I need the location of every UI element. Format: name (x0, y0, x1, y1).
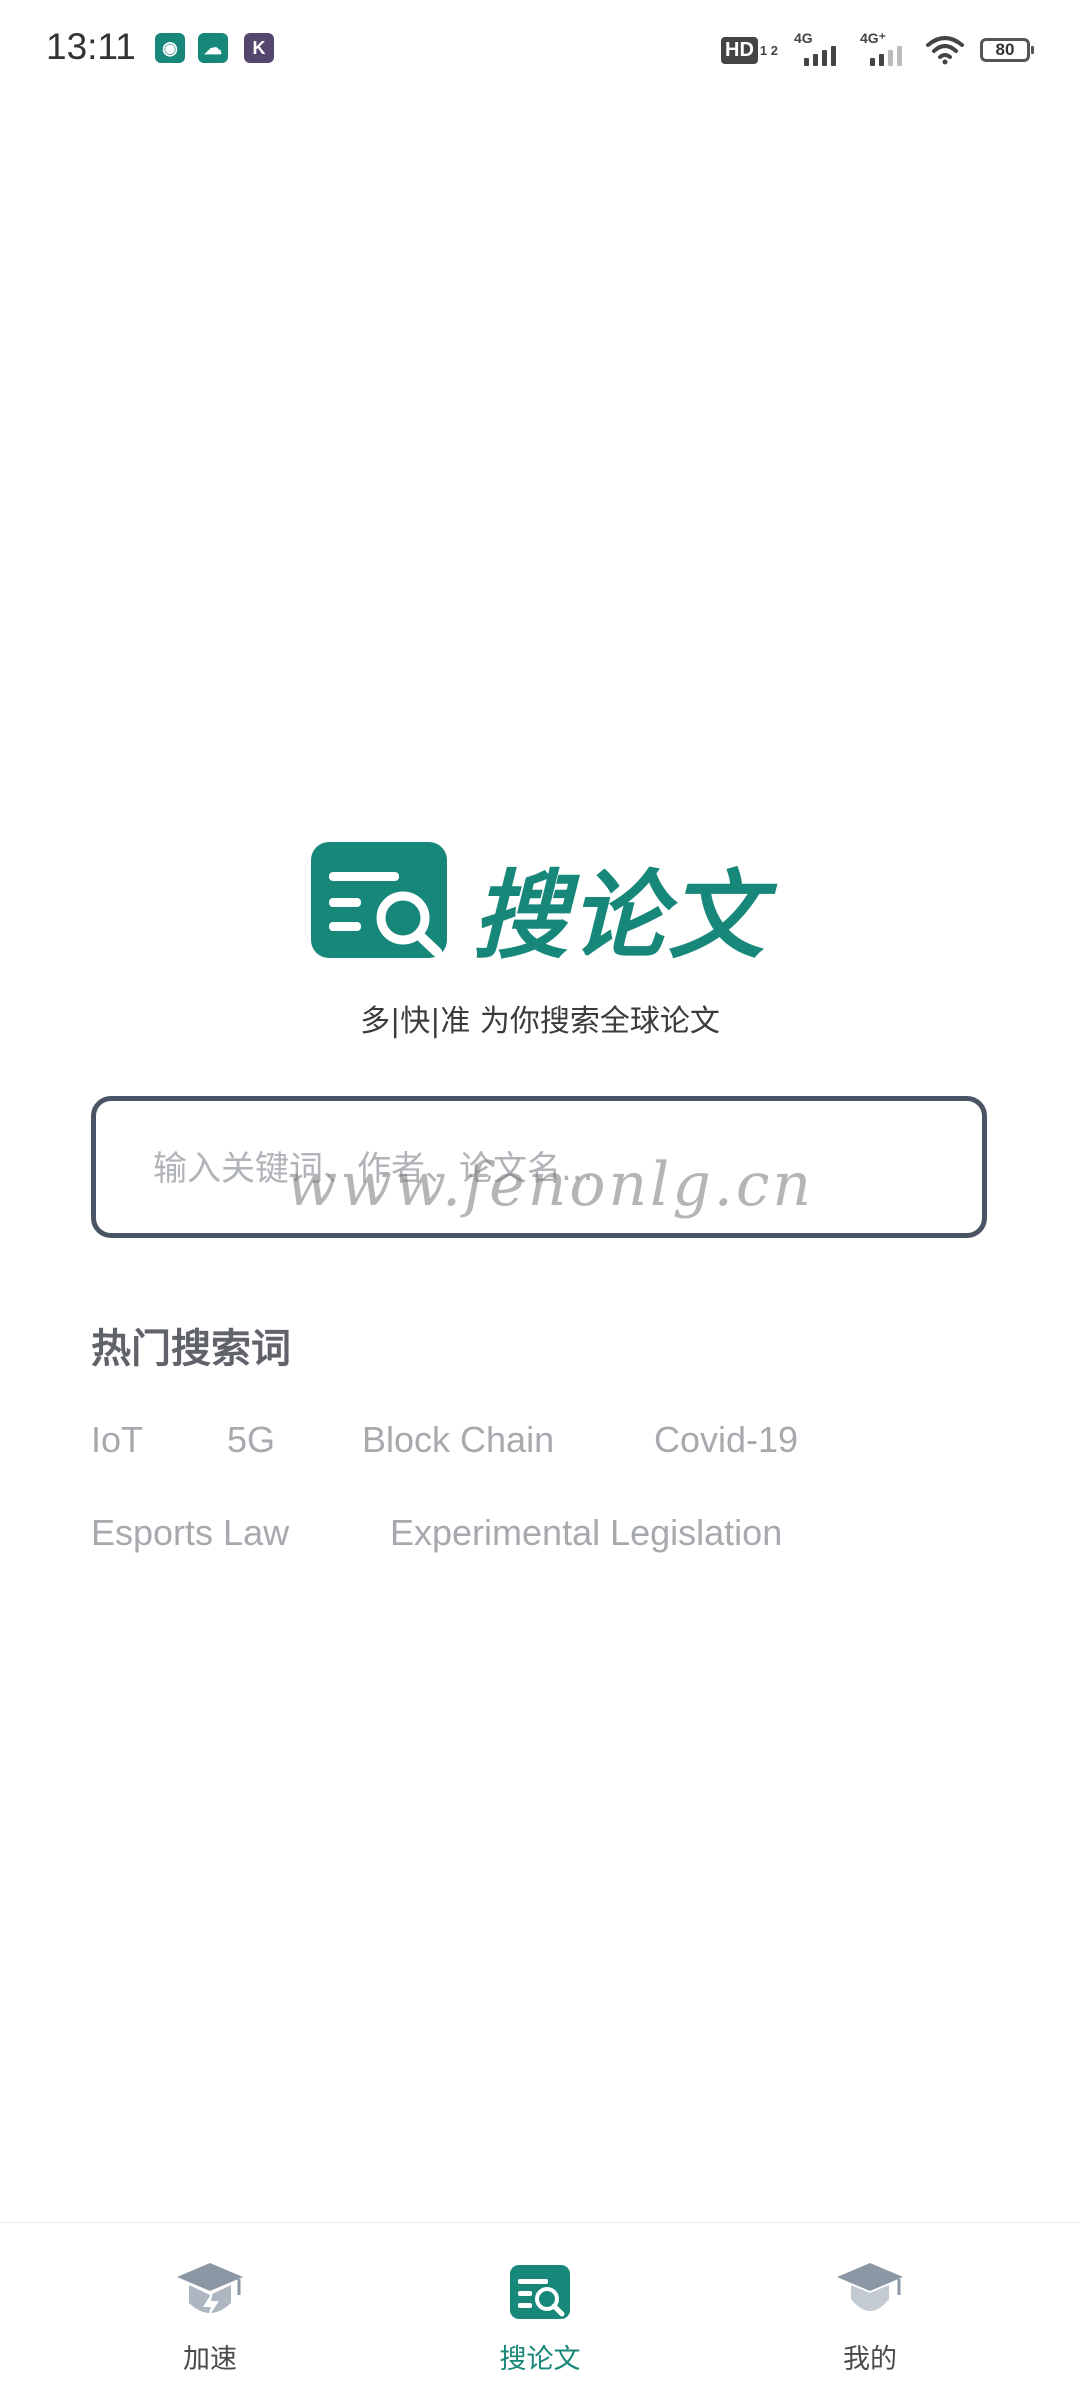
hot-tag-experimental-legislation[interactable]: Experimental Legislation (390, 1512, 782, 1554)
nav-label-mine: 我的 (843, 2344, 897, 2375)
signal-4g-plus-icon: 4G⁺ (860, 30, 910, 70)
graduation-cap-speed-icon (177, 2263, 243, 2319)
tagline: 多|快|准 为你搜索全球论文 (360, 1004, 720, 1039)
nav-label-speedup: 加速 (183, 2344, 237, 2375)
hot-tag-esports-law[interactable]: Esports Law (91, 1512, 289, 1554)
hot-tag-covid-19[interactable]: Covid-19 (654, 1419, 798, 1461)
bear-app-icon: ◉ (155, 33, 185, 63)
wifi-icon (926, 36, 964, 65)
hot-tag-iot[interactable]: IoT (91, 1419, 143, 1461)
signal-4g-icon: 4G (794, 30, 844, 70)
app-logo-icon (311, 842, 447, 958)
paper-search-icon (510, 2265, 570, 2319)
graduate-avatar-icon (837, 2263, 903, 2311)
status-bar: 13:11 ◉ ☁ K HD 1 2 4G 4G⁺ 80 (0, 0, 1080, 100)
cloud-app-icon: ☁ (198, 33, 228, 63)
k-app-icon: K (244, 33, 274, 63)
hd-icon: HD 1 2 (721, 36, 778, 64)
nav-item-search-paper[interactable]: 搜论文 (420, 2223, 660, 2401)
system-icons: HD 1 2 4G 4G⁺ 80 (721, 30, 1034, 70)
search-input[interactable] (151, 1143, 915, 1195)
nav-item-speedup[interactable]: 加速 (90, 2223, 330, 2401)
nav-label-search-paper: 搜论文 (499, 2344, 581, 2375)
hot-tag-block-chain[interactable]: Block Chain (362, 1419, 554, 1461)
battery-icon: 80 (980, 38, 1034, 62)
search-box[interactable] (91, 1096, 987, 1238)
brand-name: 搜论文 (472, 860, 766, 972)
bottom-nav: 加速 搜论文 我的 (0, 2222, 1080, 2401)
hot-search-title: 热门搜索词 (91, 1326, 291, 1372)
status-time: 13:11 (46, 26, 136, 67)
hot-tag-5g[interactable]: 5G (227, 1419, 275, 1461)
nav-item-mine[interactable]: 我的 (750, 2223, 990, 2401)
